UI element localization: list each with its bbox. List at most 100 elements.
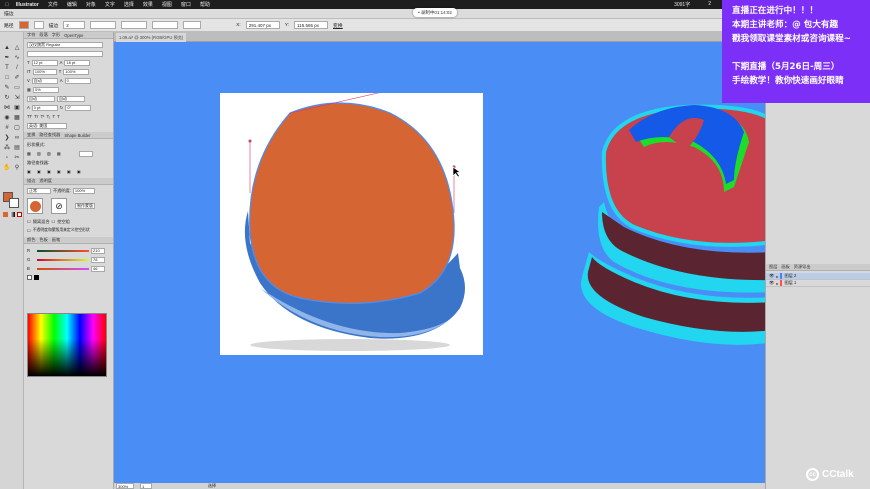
canvas[interactable] — [114, 42, 765, 483]
tsume-field[interactable]: 0% — [32, 86, 59, 93]
handle-point[interactable] — [248, 139, 252, 143]
knockout-checkbox[interactable]: ☐ — [52, 219, 56, 224]
tab-color[interactable]: 颜色 — [27, 237, 35, 243]
black-swatch[interactable] — [34, 275, 39, 280]
tab-layers[interactable]: 图层 — [769, 264, 777, 270]
crop-icon[interactable]: ▣ — [57, 169, 61, 174]
language-field[interactable]: 英语: 美国 — [27, 122, 67, 129]
zoom-tool-icon[interactable]: ⚲ — [13, 164, 21, 172]
hand-tool-icon[interactable]: ✋ — [3, 164, 11, 172]
orange-hat-shape[interactable] — [249, 102, 455, 305]
y-field[interactable]: 115.565 px — [294, 21, 329, 29]
tab-pathfinder[interactable]: 路径查找器 — [39, 132, 60, 138]
intersect-icon[interactable]: ▧ — [47, 151, 51, 156]
blend-tool-icon[interactable]: ∞ — [13, 134, 21, 142]
b-field[interactable]: 46 — [91, 265, 105, 272]
subscript-button[interactable]: T₁ — [47, 114, 51, 119]
tab-shape-builder[interactable]: Shape Builder — [64, 133, 90, 138]
menu-window[interactable]: 窗口 — [181, 1, 191, 8]
fill-swatch[interactable] — [18, 21, 29, 29]
tab-swatches[interactable]: 色板 — [39, 237, 47, 243]
selection-tool-icon[interactable]: ▲ — [3, 44, 11, 52]
layer-name[interactable]: 图层 1 — [784, 280, 796, 286]
vertical-scale-field[interactable]: 100% — [32, 68, 57, 75]
horizontal-scale-field[interactable]: 100% — [63, 68, 90, 75]
stroke-color-swatch[interactable] — [9, 198, 19, 208]
layer-row[interactable]: 👁 ▸ 图层 2 — [766, 273, 870, 280]
rotation-field[interactable]: 0° — [65, 104, 92, 111]
pen-tool-icon[interactable]: ✒ — [3, 54, 11, 62]
direct-selection-tool-icon[interactable]: △ — [13, 44, 21, 52]
underline-button[interactable]: T — [53, 114, 56, 119]
isolate-checkbox[interactable]: ☐ — [27, 219, 31, 224]
menu-help[interactable]: 帮助 — [200, 1, 210, 8]
gradient-tool-icon[interactable]: ▢ — [13, 124, 21, 132]
artboard-tool-icon[interactable]: ▫ — [3, 154, 11, 162]
menu-edit[interactable]: 编辑 — [67, 1, 77, 8]
visibility-eye-icon[interactable]: 👁 — [769, 273, 774, 279]
layer-row[interactable]: 👁 ▸ 图层 1 — [766, 280, 870, 287]
zoom-field[interactable]: 300% — [116, 483, 134, 489]
status-mode[interactable]: 选择 — [208, 483, 216, 489]
exclude-icon[interactable]: ▦ — [57, 151, 61, 156]
symbol-sprayer-icon[interactable]: ⁂ — [3, 144, 11, 152]
stroke-swatch[interactable] — [33, 21, 44, 29]
superscript-button[interactable]: T¹ — [41, 114, 45, 119]
g-field[interactable]: 78 — [91, 256, 105, 263]
aki-left-field[interactable]: 自动 — [27, 95, 55, 102]
gradient-mode-icon[interactable] — [10, 212, 15, 217]
tracking-field[interactable]: 0 — [64, 77, 91, 84]
g-slider[interactable] — [37, 258, 89, 261]
tab-asset-export[interactable]: 资源导出 — [794, 264, 811, 270]
menu-select[interactable]: 选择 — [124, 1, 134, 8]
expand-arrow-icon[interactable]: ▸ — [776, 281, 778, 286]
kerning-field[interactable]: 自动 — [31, 77, 58, 84]
brush-tool-icon[interactable]: ✐ — [13, 74, 21, 82]
minus-front-icon[interactable]: ▨ — [37, 151, 41, 156]
width-tool-icon[interactable]: ⋈ — [3, 104, 11, 112]
x-field[interactable]: 291.407 px — [245, 21, 280, 29]
live-stream-banner[interactable]: 直播正在进行中！！！ 本期主讲老师：@ 包大有趣 戳我领取课堂素材或咨询课程~ … — [722, 0, 870, 103]
mesh-tool-icon[interactable]: # — [3, 124, 11, 132]
tab-transparency[interactable]: 透明度 — [39, 178, 52, 184]
style-select[interactable] — [183, 21, 202, 29]
divide-icon[interactable]: ▣ — [27, 169, 31, 174]
perspective-grid-icon[interactable]: ▦ — [13, 114, 21, 122]
r-slider[interactable] — [37, 249, 89, 252]
menu-type[interactable]: 文字 — [105, 1, 115, 8]
blend-mode-select[interactable]: 正常 — [27, 187, 51, 194]
eyedropper-tool-icon[interactable]: ❯ — [3, 134, 11, 142]
menu-object[interactable]: 对象 — [86, 1, 96, 8]
baseline-field[interactable]: 0 pt — [31, 104, 58, 111]
free-transform-tool-icon[interactable]: ▣ — [13, 104, 21, 112]
make-mask-button[interactable]: 制作蒙版 — [75, 203, 95, 209]
tab-character[interactable]: 字符 — [27, 32, 35, 38]
variable-width-select[interactable] — [90, 21, 117, 29]
none-mode-icon[interactable] — [17, 212, 22, 217]
aki-right-field[interactable]: 自动 — [57, 95, 85, 102]
tab-paragraph[interactable]: 段落 — [39, 32, 47, 38]
merge-icon[interactable]: ▣ — [47, 169, 51, 174]
trim-icon[interactable]: ▣ — [37, 169, 41, 174]
expand-button[interactable] — [78, 150, 93, 157]
mask-thumbnail[interactable]: ⊘ — [51, 198, 67, 214]
tab-glyphs[interactable]: 字形 — [52, 32, 60, 38]
menu-effect[interactable]: 效果 — [143, 1, 153, 8]
leading-field[interactable]: 18 pt — [64, 59, 91, 66]
page-field[interactable]: 1 — [140, 483, 152, 489]
tab-artboards[interactable]: 画板 — [781, 264, 789, 270]
tab-stroke[interactable]: 描边 — [27, 178, 35, 184]
color-spectrum[interactable] — [27, 313, 107, 377]
recording-indicator[interactable]: • 录制中01:14:02 — [413, 8, 457, 17]
document-tab[interactable]: 1.09.ai* @ 300% (RGB/GPU 预览) — [116, 33, 186, 42]
rectangle-tool-icon[interactable]: □ — [3, 74, 11, 82]
minus-back-icon[interactable]: ▣ — [77, 169, 81, 174]
strikethrough-button[interactable]: T — [57, 114, 60, 119]
menu-view[interactable]: 视图 — [162, 1, 172, 8]
font-family-field[interactable]: 汉仪旗黑 Regular — [27, 41, 103, 48]
tab-opentype[interactable]: OpenType — [64, 33, 83, 38]
stroke-weight-field[interactable]: 2 — [63, 21, 86, 29]
rotate-tool-icon[interactable]: ↻ — [3, 94, 11, 102]
outline-icon[interactable]: ▣ — [67, 169, 71, 174]
apple-icon[interactable]:  — [5, 2, 9, 8]
